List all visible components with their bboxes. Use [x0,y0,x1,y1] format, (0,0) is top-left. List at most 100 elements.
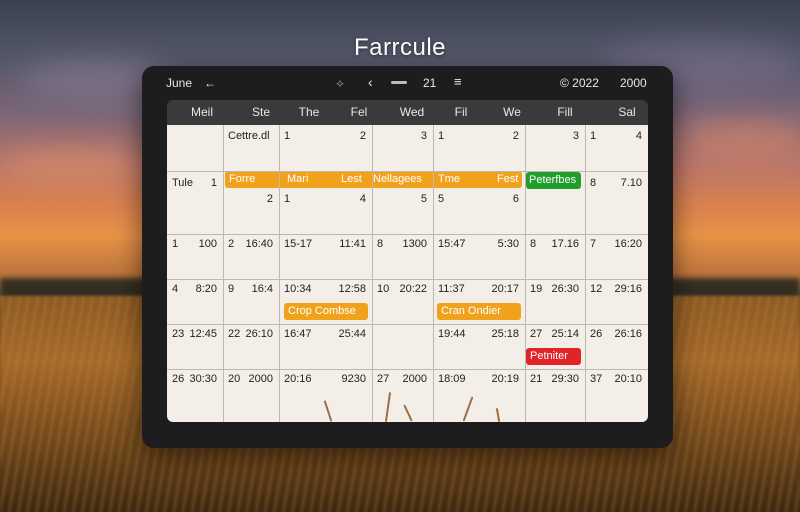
event-time[interactable]: 25:18 [491,328,519,340]
view-toggle-bar[interactable] [391,75,407,89]
event-time[interactable]: 20:17 [491,283,519,295]
day-number[interactable]: 12 [590,283,602,295]
back-arrow-icon[interactable]: ← [204,76,216,90]
event-time[interactable]: 9230 [342,373,366,385]
day-number[interactable]: 2 [228,238,234,250]
event-label: Lest [341,173,362,185]
cloud [0,150,140,180]
day-number[interactable]: 8 [590,177,596,189]
wheat-stalk [462,396,474,422]
day-number[interactable]: 20 [228,373,240,385]
event-time[interactable]: 30:30 [189,373,217,385]
day-number[interactable]: 15:47 [438,238,466,250]
event-time[interactable]: 2000 [249,373,273,385]
event-time[interactable]: 12:58 [338,283,366,295]
event-label: Forre [229,173,256,185]
event-orange-band[interactable]: Forre Mari Lest Nellagees Tme Fest [225,171,522,188]
chevron-left-icon[interactable]: ‹ [368,74,373,90]
event-time[interactable]: 1300 [403,238,427,250]
day-number[interactable]: 19:44 [438,328,466,340]
event-time[interactable]: 12:45 [189,328,217,340]
event-time[interactable]: 29:30 [551,373,579,385]
event-label: Mari [287,173,309,185]
day-number[interactable]: 4 [172,283,178,295]
day-number[interactable]: 20:16 [284,373,312,385]
grid-column-line [279,125,280,422]
day-number[interactable]: 23 [172,328,184,340]
day-number[interactable]: 26 [172,373,184,385]
day-number[interactable]: Tule [172,177,193,189]
event-time[interactable]: 17.16 [551,238,579,250]
day-number[interactable]: 19 [530,283,542,295]
event-time[interactable]: 16:40 [245,238,273,250]
day-number[interactable]: 1 [438,130,444,142]
nav-diamond-icon[interactable]: ⟡ [336,76,344,91]
month-label[interactable]: June [166,76,192,90]
day-number[interactable]: 15-17 [284,238,312,250]
grid-row-line [167,234,648,235]
event-time[interactable]: 1 [211,177,217,189]
event-cran-ondier[interactable]: Cran Ondier [437,303,521,320]
day-number[interactable]: 1 [284,193,290,205]
event-time[interactable]: 2 [513,130,519,142]
event-time[interactable]: 29:16 [614,283,642,295]
event-time[interactable]: 26:16 [614,328,642,340]
event-time[interactable]: 20:10 [614,373,642,385]
calendar-grid: Meil Ste The Fel Wed Fil We Fill Sal Forre Mari Le… [167,100,648,456]
menu-icon[interactable]: ≡ [454,74,462,89]
event-time[interactable]: 6 [513,193,519,205]
event-petniter[interactable]: Petniter [526,348,581,365]
event-time[interactable]: 20:19 [491,373,519,385]
day-number[interactable]: 37 [590,373,602,385]
day-number[interactable]: 10 [377,283,389,295]
event-time[interactable]: 4 [360,193,366,205]
day-number[interactable]: 22 [228,328,240,340]
app-title: Farrcule [353,34,447,61]
event-time[interactable]: 8:20 [196,283,217,295]
event-time[interactable]: 25:44 [338,328,366,340]
grid-column-line [223,125,224,422]
event-time[interactable]: 25:14 [551,328,579,340]
day-number[interactable]: 21 [530,373,542,385]
day-number[interactable]: 5 [438,193,444,205]
event-time[interactable]: 5 [421,193,427,205]
day-number[interactable]: 10:34 [284,283,312,295]
day-number[interactable]: 8 [377,238,383,250]
event-time[interactable]: 7.10 [621,177,642,189]
event-time[interactable]: 11:41 [339,238,366,250]
event-crop-combse[interactable]: Crop Combse [284,303,368,320]
event-time[interactable]: 2000 [403,373,427,385]
event-time[interactable]: 26:10 [245,328,273,340]
weekday-label: Wed [399,105,425,119]
grid-row-line [167,279,648,280]
day-number[interactable]: Cettre.dl [228,130,270,142]
event-time[interactable]: 3 [421,130,427,142]
event-time[interactable]: 100 [199,238,217,250]
day-number[interactable]: 18:09 [438,373,466,385]
event-time[interactable]: 5:30 [498,238,519,250]
day-number[interactable]: 1 [590,130,596,142]
weekday-label: Fil [454,105,468,119]
day-number[interactable]: 27 [530,328,542,340]
day-number[interactable]: 1 [172,238,178,250]
day-number[interactable]: 16:47 [284,328,312,340]
event-time[interactable]: 26:30 [551,283,579,295]
day-number[interactable]: 9 [228,283,234,295]
event-time[interactable]: 2 [360,130,366,142]
toolbar: June ← ⟡ ‹ 21 ≡ © 2022 2000 [142,66,673,100]
day-number[interactable]: 1 [284,130,290,142]
day-number[interactable]: 21 [423,76,436,90]
event-time[interactable]: 2 [267,193,273,205]
event-green[interactable]: Peterfbes [526,172,581,189]
event-time[interactable]: 20:22 [399,283,427,295]
event-time[interactable]: 3 [573,130,579,142]
event-time[interactable]: 16:20 [614,238,642,250]
event-time[interactable]: 16:4 [252,283,273,295]
day-number[interactable]: 26 [590,328,602,340]
day-number[interactable]: 7 [590,238,596,250]
grid-row-line [167,324,648,325]
day-number[interactable]: 11:37 [438,283,465,295]
event-time[interactable]: 4 [636,130,642,142]
day-number[interactable]: 8 [530,238,536,250]
day-number[interactable]: 27 [377,373,389,385]
